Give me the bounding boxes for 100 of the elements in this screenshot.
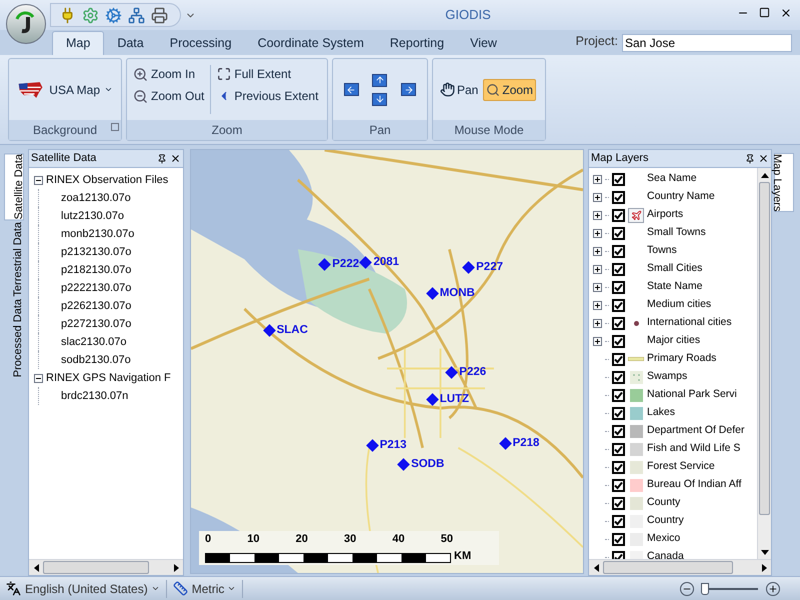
side-tab[interactable]: Satellite Data (4, 153, 24, 220)
station-marker-icon[interactable] (498, 437, 512, 450)
pan-left-button[interactable] (344, 83, 359, 96)
checkbox[interactable] (612, 298, 625, 312)
expand-icon[interactable] (593, 174, 602, 184)
checkbox[interactable] (612, 514, 625, 528)
gears-icon[interactable] (105, 6, 122, 24)
checkbox[interactable] (612, 244, 625, 258)
checkbox[interactable] (612, 424, 625, 438)
checkbox[interactable] (612, 262, 625, 276)
ribbon-tab[interactable]: View (457, 31, 510, 55)
tree-item[interactable]: p2262130.07o (61, 298, 132, 314)
checkbox[interactable] (612, 460, 625, 474)
tree-item[interactable]: RINEX GPS Navigation F (46, 370, 171, 386)
usa-map-dropdown[interactable]: USA Map (49, 80, 113, 98)
tree-item[interactable]: sodb2130.07o (61, 352, 131, 368)
tree-item[interactable]: p2132130.07o (61, 244, 132, 260)
app-logo-icon[interactable] (6, 4, 46, 44)
language-dropdown[interactable]: English (United States) (25, 580, 160, 598)
tree-item[interactable]: lutz2130.07o (61, 208, 124, 224)
expand-icon[interactable] (593, 336, 602, 346)
tree-item[interactable]: p2222130.07o (61, 280, 132, 296)
checkbox[interactable] (612, 316, 625, 330)
tree-item[interactable]: brdc2130.07n (61, 388, 128, 404)
expand-icon[interactable] (593, 300, 602, 310)
expand-icon[interactable] (593, 264, 602, 274)
station-marker-icon[interactable] (426, 394, 439, 406)
layer-name: Airports (647, 207, 684, 222)
expand-icon[interactable] (593, 210, 602, 220)
scrollbar-thumb[interactable] (759, 182, 770, 515)
zoom-mode-button[interactable]: Zoom (483, 78, 536, 100)
project-field[interactable]: San Jose (622, 34, 792, 52)
station-marker-icon[interactable] (462, 262, 475, 274)
close-icon[interactable] (780, 7, 792, 19)
printer-icon[interactable] (151, 6, 168, 24)
pan-up-button[interactable] (372, 74, 388, 86)
station-label: P218 (512, 436, 540, 451)
tree-item[interactable]: monb2130.07o (61, 226, 134, 242)
checkbox[interactable] (612, 352, 625, 366)
collapse-icon[interactable] (34, 374, 43, 382)
checkbox[interactable] (612, 334, 625, 348)
expand-icon[interactable] (593, 318, 602, 328)
checkbox[interactable] (612, 190, 625, 204)
pan-right-button[interactable] (401, 83, 416, 96)
expand-icon[interactable] (593, 192, 602, 202)
expand-icon[interactable] (593, 228, 602, 238)
tree-item[interactable]: RINEX Observation Files (46, 172, 168, 188)
pin-icon[interactable] (745, 154, 755, 164)
checkbox[interactable] (612, 208, 625, 222)
ribbon-tab[interactable]: Data (104, 31, 157, 55)
side-tab[interactable]: Terrestrial Data (4, 222, 24, 298)
full-extent-button[interactable]: Full Extent (217, 65, 318, 83)
zoom-out-button[interactable]: Zoom Out (133, 87, 204, 105)
checkbox[interactable] (612, 406, 625, 420)
ribbon-tab[interactable]: Coordinate System (244, 31, 377, 55)
side-tab[interactable]: Processed Data (4, 299, 24, 378)
checkbox[interactable] (612, 226, 625, 240)
tree-item[interactable]: p2272130.07o (61, 316, 132, 332)
network-icon[interactable] (128, 6, 145, 24)
side-tab[interactable]: Map Layers (774, 153, 794, 212)
checkbox[interactable] (612, 496, 625, 510)
tree-item[interactable]: zoa12130.07o (61, 190, 131, 206)
layer-name: Country (647, 513, 684, 528)
station-marker-icon[interactable] (397, 458, 410, 471)
pan-down-button[interactable] (372, 92, 388, 106)
maximize-icon[interactable] (759, 7, 770, 18)
checkbox[interactable] (612, 280, 625, 294)
pan-mode-button[interactable]: Pan (437, 78, 482, 100)
scrollbar-thumb[interactable] (603, 561, 733, 574)
zoom-out-icon[interactable] (680, 582, 694, 596)
scale-tick-label: 0 (205, 533, 212, 546)
zoom-slider-thumb[interactable] (701, 582, 710, 594)
checkbox[interactable] (612, 478, 625, 492)
tree-item[interactable]: slac2130.07o (61, 334, 126, 350)
close-icon[interactable] (170, 153, 181, 164)
previous-extent-button[interactable]: Previous Extent (217, 87, 318, 105)
ribbon-tab[interactable]: Reporting (376, 31, 458, 55)
arrow-right-icon (404, 84, 414, 94)
checkbox[interactable] (612, 388, 625, 402)
station-label: SODB (411, 456, 444, 472)
zoom-in-button[interactable]: Zoom In (133, 65, 204, 83)
station-marker-icon[interactable] (366, 439, 379, 452)
checkbox[interactable] (612, 172, 625, 186)
scrollbar-thumb[interactable] (43, 561, 149, 574)
expand-icon[interactable] (593, 282, 602, 292)
pin-icon[interactable] (157, 154, 167, 164)
dialog-launcher-icon[interactable] (111, 123, 119, 131)
layer-name: Towns (647, 243, 677, 258)
tree-item[interactable]: p2182130.07o (61, 262, 132, 278)
checkbox[interactable] (612, 532, 625, 546)
ribbon-tab[interactable]: Processing (156, 31, 245, 55)
zoom-in-icon[interactable] (766, 582, 780, 596)
units-dropdown[interactable]: Metric (192, 580, 236, 598)
expand-icon[interactable] (593, 246, 602, 256)
checkbox[interactable] (612, 370, 625, 384)
dotted-swatch-icon (630, 370, 642, 384)
checkbox[interactable] (612, 442, 625, 456)
collapse-icon[interactable] (34, 176, 43, 184)
ribbon-tab[interactable]: Map (52, 31, 104, 55)
close-icon[interactable] (758, 153, 769, 164)
